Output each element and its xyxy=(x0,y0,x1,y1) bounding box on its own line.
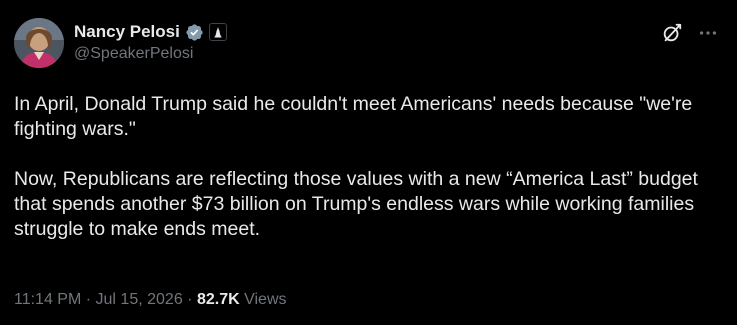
tweet-text: In April, Donald Trump said he couldn't … xyxy=(14,92,719,242)
tweet-paragraph: Now, Republicans are reflecting those va… xyxy=(14,168,698,240)
views-count[interactable]: 82.7K xyxy=(197,291,240,308)
views-label: Views xyxy=(244,291,287,308)
more-options-icon[interactable] xyxy=(697,22,719,44)
tweet-meta: 11:14 PM · Jul 15, 2026 · 82.7K Views xyxy=(14,291,287,309)
tweet-actions xyxy=(661,22,719,44)
tweet-time[interactable]: 11:14 PM xyxy=(14,291,81,308)
display-name[interactable]: Nancy Pelosi xyxy=(74,22,180,42)
meta-separator: · xyxy=(187,291,193,308)
profile-photo-icon xyxy=(14,18,64,68)
verified-badge-icon[interactable] xyxy=(185,23,204,42)
name-row: Nancy Pelosi xyxy=(74,21,227,43)
avatar[interactable] xyxy=(14,18,64,68)
tweet-paragraph: In April, Donald Trump said he couldn't … xyxy=(14,93,693,140)
capitol-badge-icon[interactable] xyxy=(208,23,227,41)
author-block: Nancy Pelosi @SpeakerPelosi xyxy=(74,21,227,63)
tweet-date[interactable]: Jul 15, 2026 xyxy=(96,291,183,308)
tweet-card: Nancy Pelosi @SpeakerPelosi In April, Do… xyxy=(0,0,737,325)
grok-icon[interactable] xyxy=(661,22,683,44)
meta-separator: · xyxy=(85,291,92,308)
tweet-header: Nancy Pelosi @SpeakerPelosi xyxy=(14,18,723,72)
user-handle[interactable]: @SpeakerPelosi xyxy=(74,45,227,63)
